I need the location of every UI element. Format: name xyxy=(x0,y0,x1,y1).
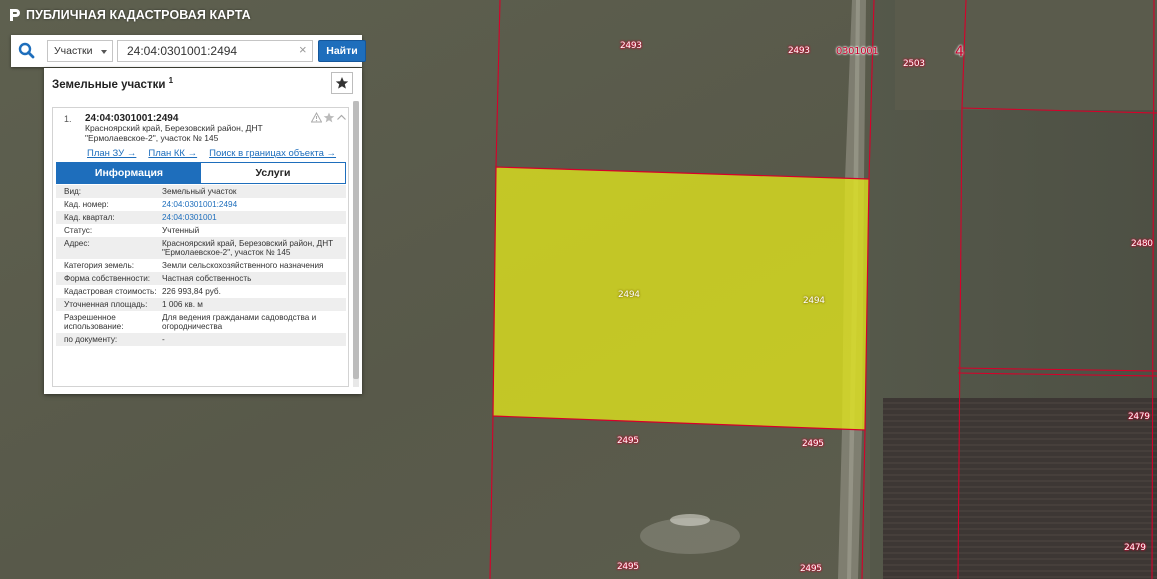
tab-services[interactable]: Услуги xyxy=(201,163,345,183)
info-row: Категория земель: Земли сельскохозяйствен… xyxy=(56,259,346,272)
star-icon xyxy=(335,77,349,89)
scrollbar-thumb[interactable] xyxy=(353,101,359,379)
plowed-field xyxy=(883,398,1157,579)
search-in-bounds-link[interactable]: Поиск в границах объекта → xyxy=(209,148,336,159)
parcel-label: 2493 xyxy=(620,41,642,51)
info-key: Уточненная площадь: xyxy=(64,300,148,309)
info-key: по документу: xyxy=(64,335,118,344)
info-key: Разрешенное использование: xyxy=(64,313,124,331)
parcel-label-selected: 2494 xyxy=(803,296,825,306)
quarter-label: 0301001 xyxy=(836,46,879,57)
chevron-up-icon[interactable] xyxy=(336,112,347,123)
info-value: Земли сельскохозяйственного назначения xyxy=(162,261,324,270)
app-title: ПУБЛИЧНАЯ КАДАСТРОВАЯ КАРТА xyxy=(26,8,251,22)
parcel-label: 2503 xyxy=(903,59,925,69)
scrollbar[interactable] xyxy=(353,101,359,387)
clear-icon[interactable]: × xyxy=(299,43,307,57)
find-button[interactable]: Найти xyxy=(318,40,366,62)
info-value: - xyxy=(162,335,165,344)
info-value: Учтенный xyxy=(162,226,200,235)
search-input[interactable] xyxy=(117,40,313,62)
parcel-label: 2495 xyxy=(617,562,639,572)
parcel-label: 2495 xyxy=(802,439,824,449)
info-value: Частная собственность xyxy=(162,274,252,283)
info-key: Кадастровая стоимость: xyxy=(64,287,157,296)
result-address: Красноярский край, Березовский район, ДН… xyxy=(85,123,285,143)
result-address-line: "Ермолаевское-2", участок № 145 xyxy=(85,132,219,143)
chevron-down-icon xyxy=(101,50,107,54)
info-key: Статус: xyxy=(64,226,93,235)
warning-icon[interactable] xyxy=(311,112,322,123)
quarter-number-label: 4 xyxy=(955,44,964,60)
search-type-select[interactable]: Участки xyxy=(47,40,113,62)
info-key: Вид: xyxy=(64,187,82,196)
plan-kk-link[interactable]: План КК → xyxy=(148,148,197,159)
results-heading: Земельные участки 1 xyxy=(52,76,173,91)
info-row: Кад. номер: 24:04:0301001:2494 xyxy=(56,198,346,211)
parcel-label: 2493 xyxy=(788,46,810,56)
result-links: План ЗУ → План КК → Поиск в границах объ… xyxy=(87,148,336,159)
info-key: Кад. квартал: xyxy=(64,213,115,222)
search-icon[interactable] xyxy=(17,41,37,61)
info-value: Красноярский край, Березовский район, ДН… xyxy=(162,239,334,257)
cad-number-link[interactable]: 24:04:0301001:2494 xyxy=(162,200,346,209)
parcel-label: 2479 xyxy=(1128,412,1150,422)
terrain-patch xyxy=(895,0,1157,110)
info-value: Для ведения гражданами садоводства и ого… xyxy=(162,313,317,331)
info-key: Кад. номер: xyxy=(64,200,109,209)
star-icon[interactable] xyxy=(323,112,335,123)
result-index: 1. xyxy=(64,114,72,124)
info-key: Категория земель: xyxy=(64,261,134,270)
info-value: Земельный участок xyxy=(162,187,237,196)
info-row: Уточненная площадь: 1 006 кв. м xyxy=(56,298,346,311)
search-bar: Участки × Найти xyxy=(11,35,366,67)
app-header: ПУБЛИЧНАЯ КАДАСТРОВАЯ КАРТА xyxy=(9,8,251,22)
info-row: Разрешенное использование: Для ведения гр… xyxy=(56,311,346,333)
terrain-spot xyxy=(670,514,710,526)
info-row: Адрес: Красноярский край, Березовский рай… xyxy=(56,237,346,259)
parcel-label: 2495 xyxy=(800,564,822,574)
card-actions xyxy=(311,112,347,123)
info-row: Статус: Учтенный xyxy=(56,224,346,237)
info-row: Вид: Земельный участок xyxy=(56,185,346,198)
search-type-value: Участки xyxy=(54,45,93,57)
info-row: Кад. квартал: 24:04:0301001 xyxy=(56,211,346,224)
info-tabs: Информация Услуги xyxy=(56,162,346,184)
results-heading-text: Земельные участки xyxy=(52,78,166,91)
results-count: 1 xyxy=(168,76,174,85)
pkk-logo-icon xyxy=(10,9,20,21)
parcel-label: 2495 xyxy=(617,436,639,446)
results-panel: Земельные участки 1 1. 24:04:0301001:249… xyxy=(44,68,362,394)
info-table: Вид: Земельный участок Кад. номер: 24:04:0… xyxy=(56,185,346,346)
plan-zu-link[interactable]: План ЗУ → xyxy=(87,148,136,159)
parcel-label: 2480 xyxy=(1131,239,1153,249)
info-row: Кадастровая стоимость: 226 993,84 руб. xyxy=(56,285,346,298)
favorites-button[interactable] xyxy=(331,72,353,94)
info-key: Адрес: xyxy=(64,239,90,248)
tab-information[interactable]: Информация xyxy=(57,163,201,183)
info-row: по документу: - xyxy=(56,333,346,346)
info-row: Форма собственности: Частная собственност… xyxy=(56,272,346,285)
info-value: 1 006 кв. м xyxy=(162,300,203,309)
parcel-label: 2479 xyxy=(1124,543,1146,553)
info-value: 226 993,84 руб. xyxy=(162,287,221,296)
cad-quarter-link[interactable]: 24:04:0301001 xyxy=(162,213,346,222)
result-card[interactable]: 1. 24:04:0301001:2494 Красноярский край,… xyxy=(52,107,349,387)
info-key: Форма собственности: xyxy=(64,274,151,283)
parcel-label-selected: 2494 xyxy=(618,290,640,300)
